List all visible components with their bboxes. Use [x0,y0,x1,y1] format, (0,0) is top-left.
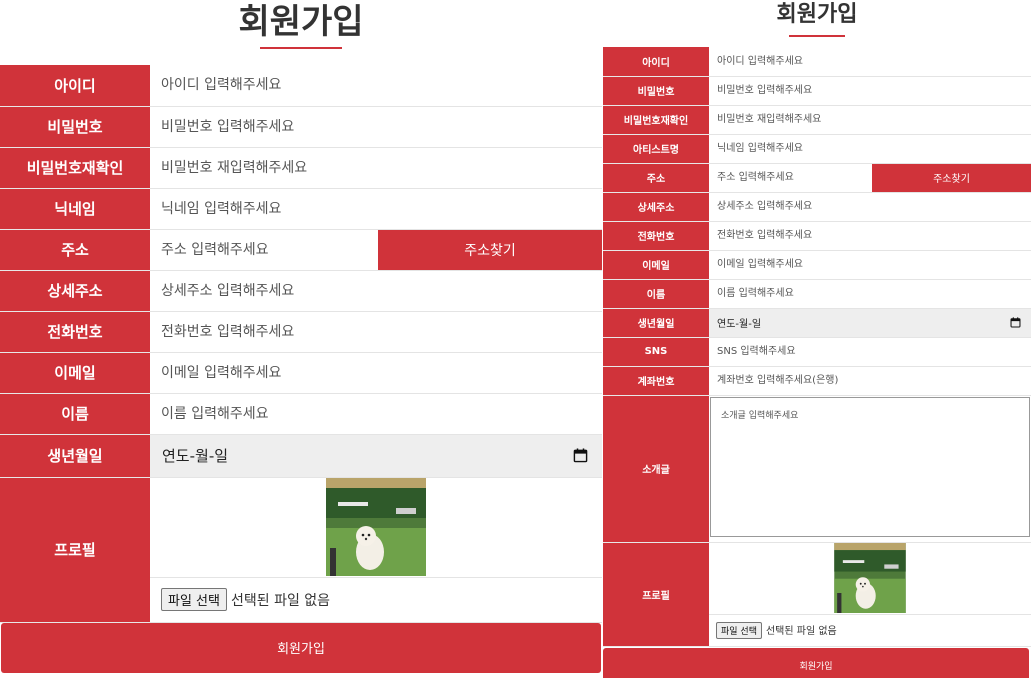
form-row-password-confirm: 비밀번호재확인 [0,147,602,189]
label-nickname: 닉네임 [0,188,150,230]
page-title: 회원가입 [238,2,364,42]
file-status: 선택된 파일 없음 [230,593,331,609]
phone-input[interactable] [709,221,1031,250]
password-input[interactable] [150,106,602,147]
signup-submit-button[interactable]: 회원가입 [1,622,601,673]
form-row-address-detail: 상세주소 [0,270,602,312]
label-password-confirm: 비밀번호재확인 [0,147,150,189]
signup-panel-large: 회원가입 아이디 비밀번호 비밀번호재확인 닉네임 주소 주소찾기 [0,0,602,673]
label-address: 주소 [0,229,150,271]
name-input[interactable] [709,279,1031,308]
calendar-icon[interactable] [573,448,588,463]
label-sns: SNS [603,337,709,367]
label-password: 비밀번호 [603,76,709,106]
form-row-profile: 프로필 [0,477,602,623]
dog-photo [326,478,426,576]
label-address-detail: 상세주소 [0,270,150,312]
email-input[interactable] [709,250,1031,279]
label-artist-name: 아티스트명 [603,134,709,164]
label-id: 아이디 [603,47,709,77]
signup-panel-artist: 회원가입 아이디 비밀번호 비밀번호재확인 아티스트명 주소 주소찾기 상세주소… [603,0,1031,678]
form-row-phone: 전화번호 [0,311,602,353]
form-row-birthdate: 생년월일 연도-월-일 [0,434,602,478]
label-name: 이름 [603,279,709,309]
birthdate-value: 연도-월-일 [162,447,229,465]
birthdate-input[interactable]: 연도-월-일 [150,434,602,478]
label-name: 이름 [0,393,150,435]
calendar-icon[interactable] [1010,317,1021,328]
birthdate-input[interactable]: 연도-월-일 [709,308,1031,338]
artist-signup-form: 아이디 비밀번호 비밀번호재확인 아티스트명 주소 주소찾기 상세주소 전화번호… [603,47,1031,647]
label-email: 이메일 [0,352,150,394]
address-input[interactable] [150,229,378,270]
password-confirm-input[interactable] [709,105,1031,134]
form-row-password: 비밀번호 [0,106,602,148]
sns-input[interactable] [709,337,1031,366]
title-underline-artist [789,35,845,37]
form-row-name: 이름 [0,393,602,435]
label-email: 이메일 [603,250,709,280]
label-password: 비밀번호 [0,106,150,148]
label-id: 아이디 [0,65,150,107]
label-intro: 소개글 [603,395,709,543]
label-account: 계좌번호 [603,366,709,396]
nickname-input[interactable] [150,188,602,229]
file-select-button[interactable]: 파일 선택 [716,621,762,639]
address-detail-input[interactable] [709,192,1031,221]
label-address: 주소 [603,163,709,193]
password-confirm-input[interactable] [150,147,602,188]
name-input[interactable] [150,393,602,434]
find-address-button[interactable]: 주소찾기 [378,229,602,270]
form-row-id: 아이디 [0,65,602,107]
label-profile: 프로필 [0,477,150,623]
birthdate-value: 연도-월-일 [717,319,762,330]
form-row-email: 이메일 [0,352,602,394]
signup-form: 아이디 비밀번호 비밀번호재확인 닉네임 주소 주소찾기 상세주소 [0,65,602,623]
dog-photo [834,543,906,613]
address-input[interactable] [709,163,872,192]
label-phone: 전화번호 [603,221,709,251]
page-title-artist: 회원가입 [776,2,858,27]
address-detail-input[interactable] [150,270,602,311]
file-select-button[interactable]: 파일 선택 [161,588,227,611]
file-status: 선택된 파일 없음 [765,625,837,637]
password-input[interactable] [709,76,1031,105]
label-profile: 프로필 [603,542,709,647]
label-phone: 전화번호 [0,311,150,353]
title-underline [260,47,342,49]
find-address-button[interactable]: 주소찾기 [872,163,1031,192]
label-birthdate: 생년월일 [0,434,150,478]
label-address-detail: 상세주소 [603,192,709,222]
intro-textarea[interactable] [710,396,1030,537]
email-input[interactable] [150,352,602,393]
id-input[interactable] [150,65,602,106]
account-input[interactable] [709,366,1031,395]
id-input[interactable] [709,47,1031,76]
label-password-confirm: 비밀번호재확인 [603,105,709,135]
label-birthdate: 생년월일 [603,308,709,338]
signup-submit-button[interactable]: 회원가입 [603,647,1029,678]
artist-name-input[interactable] [709,134,1031,163]
phone-input[interactable] [150,311,602,352]
form-row-nickname: 닉네임 [0,188,602,230]
form-row-address: 주소 주소찾기 [0,229,602,271]
